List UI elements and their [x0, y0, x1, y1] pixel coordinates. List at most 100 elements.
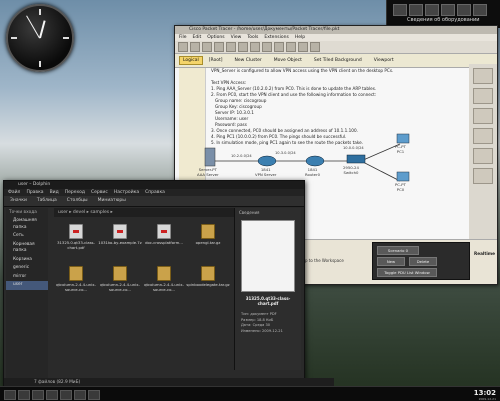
router-icon[interactable] — [305, 155, 325, 167]
task-icon[interactable] — [74, 390, 86, 400]
menu-bar: Файл Правка Вид Переход Сервис Настройка… — [4, 189, 304, 196]
device-label-server: Server-PT AAA Server — [197, 167, 219, 177]
pc-icon[interactable] — [396, 171, 410, 182]
pdf-file-icon — [69, 224, 83, 239]
device-icon[interactable] — [393, 4, 407, 16]
places-header: Точки входа — [9, 210, 37, 215]
delete-scenario-button[interactable]: Delete — [409, 257, 437, 266]
kde-menu-icon[interactable] — [4, 390, 16, 400]
device-icon[interactable] — [425, 4, 439, 16]
place-generic[interactable]: generic — [6, 264, 48, 273]
device-icon[interactable] — [441, 4, 455, 16]
server-icon[interactable] — [204, 147, 216, 167]
file-item[interactable]: 1031ko-by-example.7z — [98, 221, 142, 263]
device-icon[interactable] — [473, 4, 487, 16]
file-manager-window[interactable]: user – Dolphin Файл Правка Вид Переход С… — [3, 180, 334, 388]
file-name: opengl.tar.gz — [195, 240, 221, 245]
taskbar-date: 2009-12-21 — [478, 397, 496, 401]
place-trash[interactable]: Корзина — [6, 256, 48, 265]
clock-minute-hand — [26, 15, 40, 39]
link-label: 10.0.0.0/24 — [343, 146, 364, 150]
place-home[interactable]: Домашняя папка — [6, 217, 48, 232]
clock-hour-hand — [39, 20, 46, 39]
toggle-pdu-list-button[interactable]: Toggle PDU List Window — [377, 268, 437, 277]
menu-go[interactable]: Переход — [65, 189, 85, 196]
icons-view-button[interactable]: Значки — [10, 196, 27, 206]
device-icon[interactable] — [409, 4, 423, 16]
archive-file-icon — [201, 224, 215, 239]
link-line — [360, 160, 401, 182]
task-icon[interactable] — [32, 390, 44, 400]
menu-file[interactable]: Файл — [8, 189, 20, 196]
clock-tick — [11, 37, 17, 39]
device-label-router0: 1841 Router0 — [305, 167, 320, 177]
archive-file-icon — [201, 266, 215, 281]
place-root[interactable]: Корневая папка — [6, 241, 48, 256]
menu-view[interactable]: Вид — [50, 189, 59, 196]
scenario-select[interactable]: Scenario 0 — [377, 246, 419, 255]
file-item[interactable]: qtcolumn-2.4.4-unix-source-co... — [54, 263, 98, 305]
menu-settings[interactable]: Настройка — [114, 189, 139, 196]
clock-tick — [39, 9, 41, 15]
hardware-info-tray[interactable]: Сведения об оборудовании — [386, 0, 500, 28]
previews-button[interactable]: Миниатюры — [98, 196, 126, 206]
preview-metadata: Тип: документ PDF Размер: 18.8 КиБ Дата:… — [241, 312, 283, 333]
breadcrumb[interactable]: user ▸ devel ▸ samples ▸ — [54, 208, 234, 217]
file-preview — [241, 220, 295, 292]
file-name: doc-crossplatform... — [145, 240, 183, 245]
device-label-vpn: 1841 VPN Server — [255, 167, 277, 177]
toolbar: Значки Таблица Столбцы Миниатюры — [4, 196, 304, 207]
place-mirror[interactable]: mirror — [6, 273, 48, 282]
details-view-button[interactable]: Таблица — [37, 196, 57, 206]
file-item[interactable]: 31325.0.qt33-class-chart.pdf — [54, 221, 98, 263]
taskbar-clock[interactable]: 13:02 — [474, 389, 496, 397]
new-scenario-button[interactable]: New — [377, 257, 405, 266]
file-name: qtcolumn-2.4.4-unix-source-co... — [100, 282, 140, 292]
menu-tools[interactable]: Сервис — [91, 189, 108, 196]
columns-view-button[interactable]: Столбцы — [67, 196, 88, 206]
place-user[interactable]: user — [6, 281, 48, 290]
realtime-label[interactable]: Realtime — [474, 251, 495, 256]
tray-label: Сведения об оборудовании — [407, 17, 480, 23]
hint-text: p to the Workspace — [305, 258, 344, 263]
analog-clock-widget — [6, 4, 74, 72]
task-icon[interactable] — [60, 390, 72, 400]
file-item[interactable]: opengl.tar.gz — [186, 221, 230, 263]
device-icon[interactable] — [457, 4, 471, 16]
file-item[interactable]: qtcolumn-2.4.4-unix-source-co... — [142, 263, 186, 305]
pc-icon[interactable] — [396, 133, 410, 144]
info-panel-title: Сведения — [239, 210, 260, 215]
places-panel: Точки входа Домашняя папка Сеть Корневая… — [6, 208, 48, 378]
file-name: 31325.0.qt33-class-chart.pdf — [57, 240, 95, 250]
file-item[interactable]: doc-crossplatform... — [142, 221, 186, 263]
clock-tick — [63, 37, 69, 39]
place-network[interactable]: Сеть — [6, 232, 48, 241]
pdf-file-icon — [113, 224, 127, 239]
menu-help[interactable]: Справка — [145, 189, 165, 196]
device-label-pc0: PC-PT PC0 — [395, 182, 406, 192]
file-grid: 31325.0.qt33-class-chart.pdf 1031ko-by-ex… — [54, 221, 232, 361]
window-title: user – Dolphin — [4, 181, 304, 189]
clock-tick — [39, 61, 41, 67]
scenario-panel: Scenario 0 New Delete Toggle PDU List Wi… — [372, 242, 470, 280]
device-label-switch: 2950-24 Switch0 — [343, 165, 359, 175]
pdf-file-icon — [157, 224, 171, 239]
device-label-pc1: PC-PT PC1 — [395, 144, 406, 154]
file-item[interactable]: spinboxdelegate.tar.gz — [186, 263, 230, 305]
file-item[interactable]: qtcolumn-2.4.4-unix-source-co... — [98, 263, 142, 305]
router-icon[interactable] — [257, 155, 277, 167]
file-name: spinboxdelegate.tar.gz — [186, 282, 230, 287]
information-panel: Сведения 31325.0.qt33-class-chart.pdf Ти… — [234, 208, 301, 370]
task-icon[interactable] — [88, 390, 100, 400]
file-name: qtcolumn-2.4.4-unix-source-co... — [56, 282, 96, 292]
link-label: 10.2.0.0/24 — [231, 154, 252, 158]
archive-file-icon — [69, 266, 83, 281]
menu-edit[interactable]: Правка — [26, 189, 43, 196]
archive-file-icon — [113, 266, 127, 281]
switch-icon[interactable] — [346, 154, 366, 164]
task-icon[interactable] — [46, 390, 58, 400]
file-name: qtcolumn-2.4.4-unix-source-co... — [144, 282, 184, 292]
task-icon[interactable] — [18, 390, 30, 400]
taskbar: 13:02 2009-12-21 — [0, 386, 500, 401]
link-label: 10.3.0.0/24 — [275, 151, 296, 155]
